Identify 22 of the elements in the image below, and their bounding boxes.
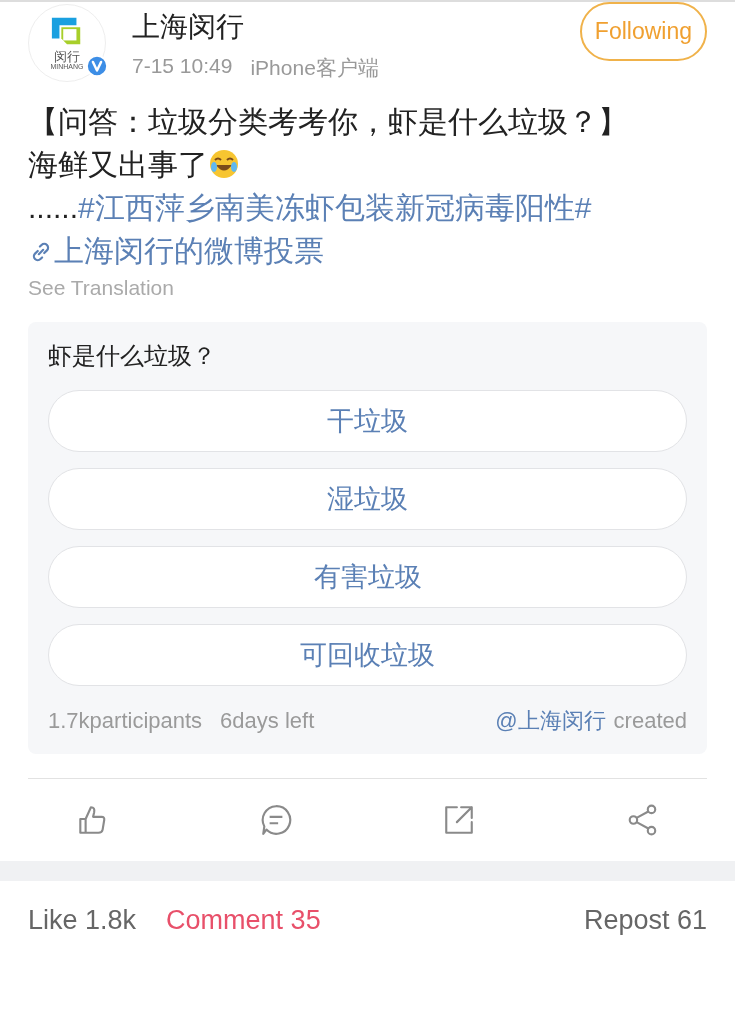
poll-question: 虾是什么垃圾？ (48, 341, 217, 371)
following-button[interactable]: Following (579, 2, 707, 61)
poll-option[interactable]: 湿垃圾 (48, 468, 687, 530)
creator-link[interactable]: @上海闵行 (495, 706, 606, 736)
tab[interactable]: Repost 61 (583, 905, 707, 936)
poll-option[interactable]: 可回收垃圾 (48, 624, 687, 686)
poll-option[interactable]: 干垃圾 (48, 390, 687, 452)
account-name[interactable]: 上海闵行 (132, 8, 554, 46)
created-label: created (613, 708, 687, 734)
post-source: iPhone客户端 (250, 55, 379, 81)
post-text: 【问答：垃圾分类考考你，虾是什么垃圾？】海鲜又出事了 ......#江西萍乡南美冻虾包装新冠病毒阳性# 上海闵行的微博投票 (28, 104, 629, 269)
emoji-icon (208, 148, 240, 180)
tab[interactable]: Comment 35 (166, 905, 321, 936)
post-time: 7-15 10:49 (132, 54, 233, 79)
time-left: 6days left (220, 708, 315, 734)
hashtag-link[interactable]: #江西萍乡南美冻虾包装新冠病毒阳性# (78, 191, 592, 224)
poll-option[interactable]: 有害垃圾 (48, 546, 687, 608)
avatar-text: 闵行 (54, 50, 80, 64)
participant-count: 1.7kparticipants (48, 708, 203, 734)
see-translation-link[interactable]: See Translation (28, 276, 174, 300)
tab[interactable]: Like 1.8k (28, 905, 137, 936)
vote-link[interactable]: 上海闵行的微博投票 (28, 234, 324, 267)
